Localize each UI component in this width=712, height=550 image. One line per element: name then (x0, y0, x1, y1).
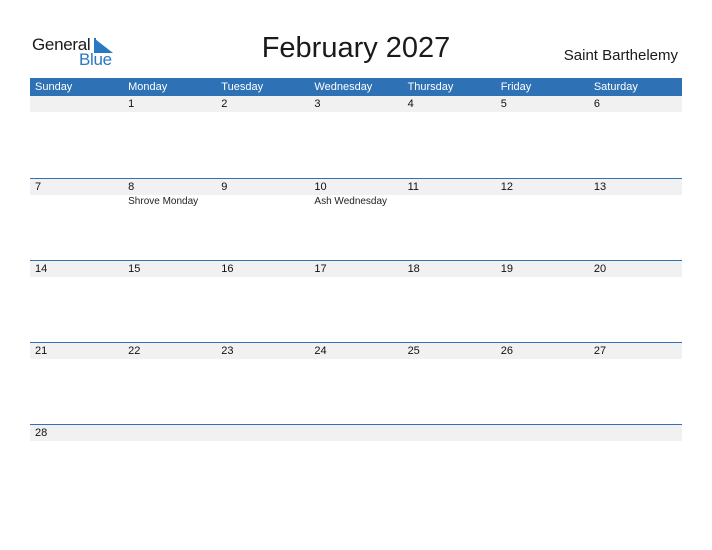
day-cell: 9 (216, 179, 309, 260)
week-row: 28 (30, 424, 682, 506)
day-number: 8 (128, 181, 135, 193)
day-number: 27 (593, 345, 607, 357)
day-cell: 24 (309, 343, 402, 424)
day-number: 9 (221, 181, 228, 193)
day-cell (309, 425, 402, 506)
week-row: 21 22 23 24 25 26 27 (30, 342, 682, 424)
day-cell: 7 (30, 179, 123, 260)
week-cells: 1 2 3 4 5 6 (30, 96, 682, 178)
day-number: 21 (35, 345, 48, 357)
day-number: 22 (128, 345, 141, 357)
day-number: 24 (314, 345, 327, 357)
week-cells: 14 15 16 17 18 19 20 (30, 261, 682, 342)
week-cells: 21 22 23 24 25 26 27 (30, 343, 682, 424)
weekday-tuesday: Tuesday (221, 81, 264, 93)
day-number: 13 (593, 181, 607, 193)
day-cell (123, 425, 216, 506)
day-cell: 17 (309, 261, 402, 342)
holiday-event: Ash Wednesday (314, 196, 388, 207)
holiday-event: Shrove Monday (128, 196, 199, 207)
day-number: 11 (407, 181, 419, 193)
day-number: 7 (35, 181, 42, 193)
day-number: 23 (221, 345, 234, 357)
day-number: 10 (314, 181, 327, 193)
day-number: 26 (500, 345, 513, 357)
day-cell: 14 (30, 261, 123, 342)
day-number: 25 (407, 345, 420, 357)
day-number: 12 (500, 181, 513, 193)
weekday-saturday: Saturday (593, 81, 638, 93)
day-cell: 10 Ash Wednesday (309, 179, 402, 260)
day-number: 6 (593, 98, 600, 110)
day-cell: 26 (496, 343, 589, 424)
day-cell: 16 (216, 261, 309, 342)
week-cells: 28 (30, 425, 682, 506)
day-cell (496, 425, 589, 506)
week-row: 1 2 3 4 5 6 (30, 96, 682, 178)
week-row: 7 8 Shrove Monday 9 10 Ash Wednesday 11 12 13 (30, 178, 682, 260)
day-number: 17 (314, 263, 327, 275)
day-cell (216, 425, 309, 506)
day-number: 28 (35, 427, 48, 439)
day-cell: 12 (496, 179, 589, 260)
day-cell: 25 (403, 343, 496, 424)
day-number: 4 (407, 98, 414, 110)
weeks-container: 1 2 3 4 5 6 7 8 Shrove Monday 9 10 Ash Wednesday 11 1… (30, 96, 682, 506)
day-cell (30, 96, 123, 178)
day-cell: 1 (123, 96, 216, 178)
day-cell: 13 (589, 179, 682, 260)
day-number: 1 (128, 98, 135, 110)
day-cell: 4 (403, 96, 496, 178)
day-cell: 5 (496, 96, 589, 178)
day-number: 2 (221, 98, 228, 110)
weekday-monday: Monday (128, 81, 168, 93)
day-cell (589, 425, 682, 506)
day-cell (403, 425, 496, 506)
calendar-grid: Sunday Monday Tuesday Wednesday Thursday… (30, 78, 682, 506)
day-number: 15 (128, 263, 141, 275)
day-number: 14 (35, 263, 48, 275)
day-cell: 2 (216, 96, 309, 178)
day-number: 16 (221, 263, 234, 275)
week-row: 14 15 16 17 18 19 20 (30, 260, 682, 342)
weekday-wednesday: Wednesday (314, 81, 373, 93)
day-number: 19 (500, 263, 513, 275)
day-cell: 20 (589, 261, 682, 342)
day-number: 3 (314, 98, 321, 110)
week-cells: 7 8 Shrove Monday 9 10 Ash Wednesday 11 12 13 (30, 179, 682, 260)
day-cell: 3 (309, 96, 402, 178)
day-cell: 23 (216, 343, 309, 424)
day-cell: 21 (30, 343, 123, 424)
day-cell: 28 (30, 425, 123, 506)
day-number: 20 (593, 263, 607, 275)
country-label: Saint Barthelemy (563, 47, 678, 64)
weekday-header: Sunday Monday Tuesday Wednesday Thursday… (30, 78, 682, 96)
day-cell: 11 (403, 179, 496, 260)
weekday-friday: Friday (500, 81, 532, 93)
day-number: 18 (407, 263, 420, 275)
day-cell: 18 (403, 261, 496, 342)
day-number: 5 (500, 98, 507, 110)
weekday-thursday: Thursday (407, 81, 454, 93)
day-cell: 15 (123, 261, 216, 342)
day-cell: 6 (589, 96, 682, 178)
weekday-sunday: Sunday (35, 81, 73, 93)
day-cell: 8 Shrove Monday (123, 179, 216, 260)
day-cell: 19 (496, 261, 589, 342)
day-cell: 27 (589, 343, 682, 424)
day-cell: 22 (123, 343, 216, 424)
